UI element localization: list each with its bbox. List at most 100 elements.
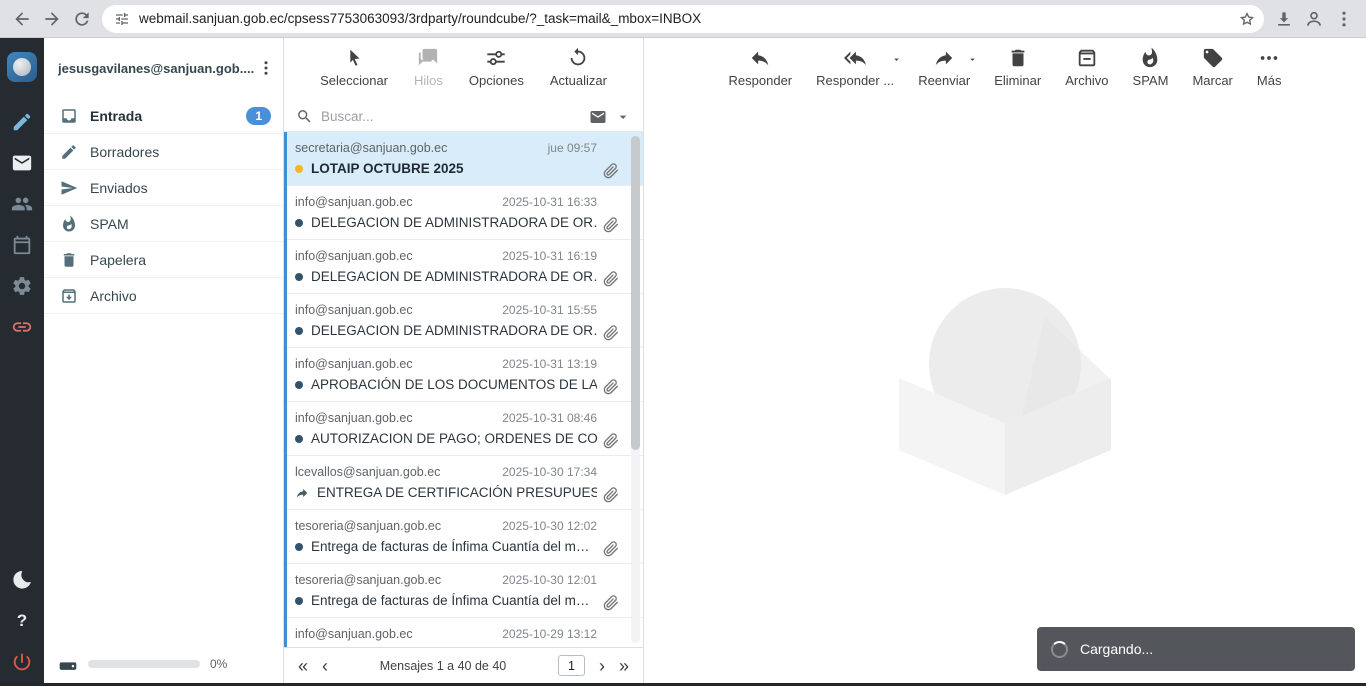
message-sender: info@sanjuan.gob.ec (295, 411, 413, 425)
trash-icon (60, 251, 78, 269)
last-page-button[interactable]: » (619, 657, 629, 675)
reply-label: Responder (729, 73, 793, 88)
reply-button[interactable]: Responder (729, 47, 793, 88)
mark-button[interactable]: Marcar (1192, 47, 1232, 88)
message-subject: LOTAIP OCTUBRE 2025 (311, 161, 597, 176)
message-list-item[interactable]: lcevallos@sanjuan.gob.ec 2025-10-30 17:3… (287, 456, 643, 510)
delete-button[interactable]: Eliminar (994, 47, 1041, 88)
reply-all-button[interactable]: Responder ... (816, 47, 894, 88)
folder-item-sent[interactable]: Enviados (44, 170, 283, 206)
message-list-item[interactable]: tesoreria@sanjuan.gob.ec 2025-10-30 12:0… (287, 564, 643, 618)
folder-item-archive[interactable]: Archivo (44, 278, 283, 314)
message-status-dot (295, 327, 303, 335)
refresh-button[interactable]: Actualizar (550, 47, 607, 88)
roundcube-logo[interactable] (7, 52, 37, 82)
logout-power-icon[interactable] (11, 651, 33, 673)
search-options-chevron-icon[interactable] (615, 109, 631, 125)
url-text: webmail.sanjuan.gob.ec/cpsess7753063093/… (139, 11, 1229, 26)
folder-item-inbox[interactable]: Entrada 1 (44, 98, 283, 134)
more-button[interactable]: Más (1257, 47, 1282, 88)
settings-gear-icon[interactable] (11, 275, 33, 297)
prev-page-button[interactable]: ‹ (322, 657, 328, 675)
search-input[interactable] (321, 109, 581, 124)
message-date: 2025-10-31 13:19 (502, 357, 597, 371)
message-status-dot (295, 219, 303, 227)
download-icon[interactable] (1274, 9, 1294, 29)
more-label: Más (1257, 73, 1282, 88)
contacts-icon[interactable] (11, 193, 33, 215)
threads-button[interactable]: Hilos (414, 47, 443, 88)
quota-progress-bar[interactable] (88, 660, 200, 668)
site-info-icon[interactable] (114, 11, 130, 27)
message-date: 2025-10-31 16:19 (502, 249, 597, 263)
select-label: Seleccionar (320, 73, 388, 88)
content-panel: Responder Responder ... Reenviar Elimina… (644, 38, 1366, 683)
options-label: Opciones (469, 73, 524, 88)
forward-label: Reenviar (918, 73, 970, 88)
calendar-icon[interactable] (11, 234, 33, 256)
roundcube-watermark (895, 282, 1115, 497)
spam-button[interactable]: SPAM (1133, 47, 1169, 88)
pagination-label: Mensajes 1 a 40 de 40 (342, 659, 544, 673)
url-bar[interactable]: webmail.sanjuan.gob.ec/cpsess7753063093/… (102, 5, 1264, 33)
message-status-dot (295, 435, 303, 443)
message-list-item[interactable]: info@sanjuan.gob.ec 2025-10-31 15:55 DEL… (287, 294, 643, 348)
threads-icon (417, 47, 439, 69)
folder-item-spam[interactable]: SPAM (44, 206, 283, 242)
profile-icon[interactable] (1304, 9, 1324, 29)
folder-item-drafts[interactable]: Borradores (44, 134, 283, 170)
message-list-item[interactable]: info@sanjuan.gob.ec 2025-10-29 13:12 (287, 618, 643, 647)
mail-toolbar: Responder Responder ... Reenviar Elimina… (644, 38, 1366, 102)
toast-text: Cargando... (1080, 641, 1153, 657)
inbox-icon (60, 107, 78, 125)
message-date: 2025-10-30 12:02 (502, 519, 597, 533)
message-list-item[interactable]: info@sanjuan.gob.ec 2025-10-31 16:19 DEL… (287, 240, 643, 294)
forward-caret-icon[interactable] (967, 54, 978, 65)
dark-mode-moon-icon[interactable] (11, 569, 33, 591)
next-page-button[interactable]: › (599, 657, 605, 675)
message-subject: Entrega de facturas de Ínfima Cuantía de… (311, 593, 597, 608)
folder-menu-kebab-icon[interactable] (257, 59, 275, 77)
message-date: 2025-10-30 17:34 (502, 465, 597, 479)
message-list-item[interactable]: secretaria@sanjuan.gob.ec jue 09:57 LOTA… (287, 132, 643, 186)
forward-icon[interactable] (42, 9, 62, 29)
bookmark-star-icon[interactable] (1238, 10, 1256, 28)
quota-percent: 0% (210, 657, 227, 671)
mail-icon[interactable] (11, 152, 33, 174)
options-button[interactable]: Opciones (469, 47, 524, 88)
attachment-paperclip-icon (603, 433, 619, 449)
unread-count-badge: 1 (246, 107, 271, 125)
archive-button[interactable]: Archivo (1065, 47, 1108, 88)
message-list-item[interactable]: tesoreria@sanjuan.gob.ec 2025-10-30 12:0… (287, 510, 643, 564)
spinner-icon (1051, 641, 1068, 658)
message-list-item[interactable]: info@sanjuan.gob.ec 2025-10-31 16:33 DEL… (287, 186, 643, 240)
forward-button[interactable]: Reenviar (918, 47, 970, 88)
message-subject: DELEGACION DE ADMINISTRADORA DE OR… (311, 269, 597, 284)
browser-menu-icon[interactable] (1334, 9, 1354, 29)
page-number-input[interactable] (558, 655, 585, 676)
link-icon[interactable] (11, 316, 33, 338)
help-icon[interactable]: ? (11, 610, 33, 632)
reload-icon[interactable] (72, 9, 92, 29)
first-page-button[interactable]: « (298, 657, 308, 675)
back-icon[interactable] (12, 9, 32, 29)
message-sender: info@sanjuan.gob.ec (295, 303, 413, 317)
tag-icon (1202, 47, 1224, 69)
compose-icon[interactable] (11, 111, 33, 133)
refresh-label: Actualizar (550, 73, 607, 88)
message-status-dot (295, 273, 303, 281)
message-sender: tesoreria@sanjuan.gob.ec (295, 573, 441, 587)
ellipsis-icon (1258, 47, 1280, 69)
message-list-item[interactable]: info@sanjuan.gob.ec 2025-10-31 13:19 APR… (287, 348, 643, 402)
folder-item-trash[interactable]: Papelera (44, 242, 283, 278)
message-date: 2025-10-29 13:12 (502, 627, 597, 641)
message-list-item[interactable]: info@sanjuan.gob.ec 2025-10-31 08:46 AUT… (287, 402, 643, 456)
folder-label: Enviados (90, 180, 148, 196)
loading-toast: Cargando... (1037, 627, 1355, 671)
search-scope-mail-icon[interactable] (589, 108, 607, 126)
reply-all-caret-icon[interactable] (891, 54, 902, 65)
scrollbar-thumb[interactable] (631, 136, 640, 450)
select-button[interactable]: Seleccionar (320, 47, 388, 88)
message-subject: AUTORIZACION DE PAGO; ORDENES DE CO… (311, 431, 597, 446)
list-scrollbar[interactable] (631, 136, 640, 643)
